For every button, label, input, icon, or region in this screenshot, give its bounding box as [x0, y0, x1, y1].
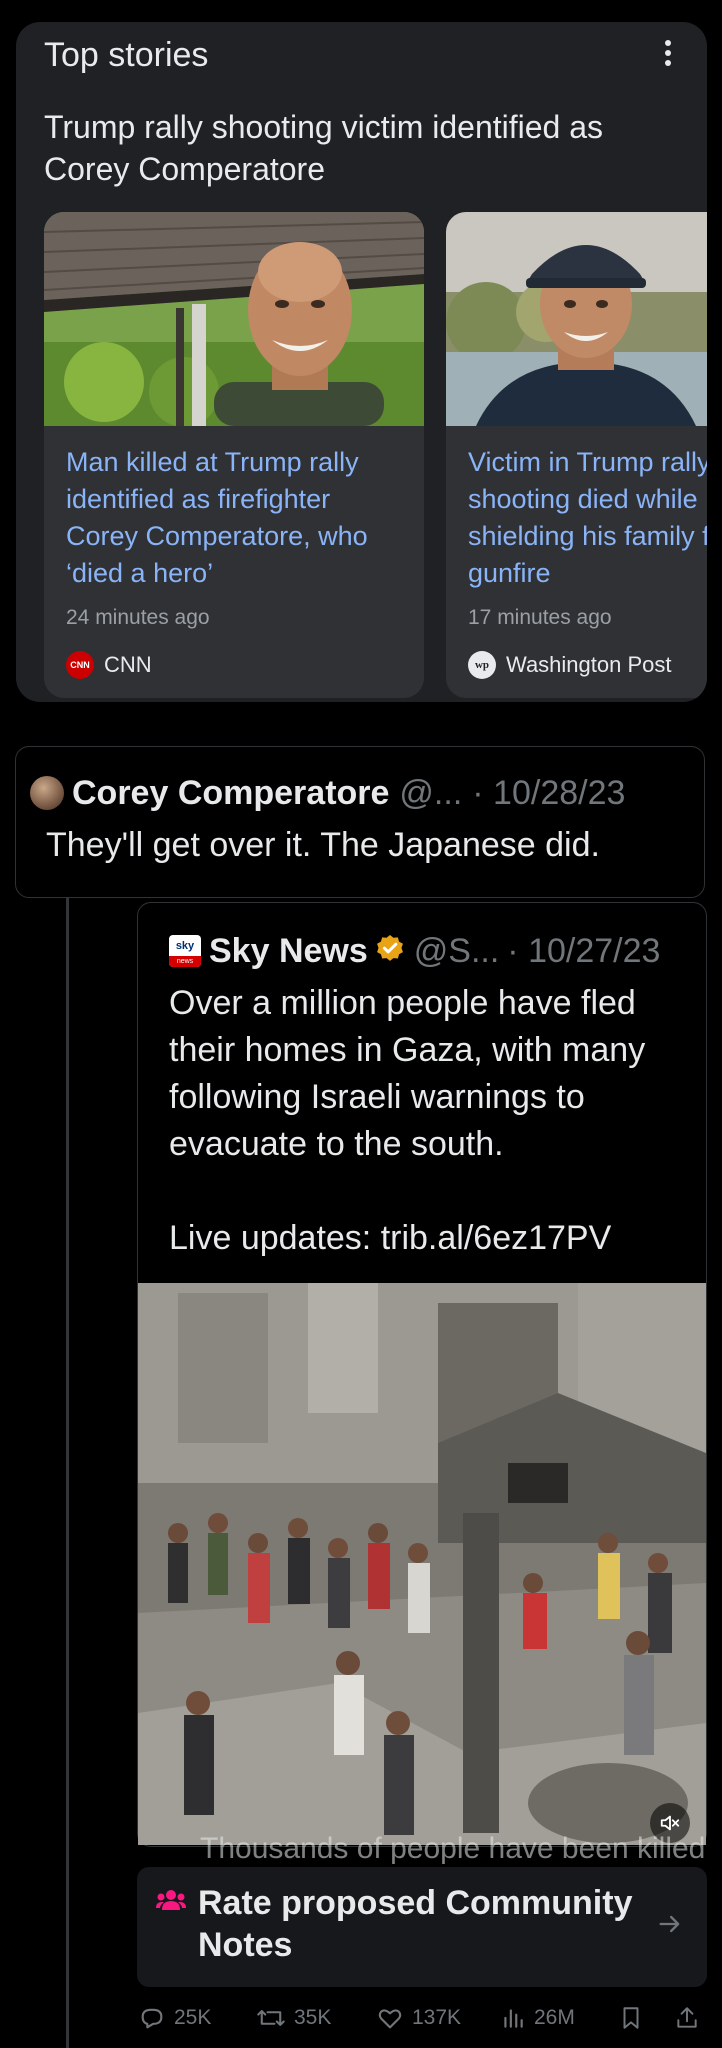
story-card-cnn[interactable]: Man killed at Trump rally identified as … [44, 212, 424, 698]
video-thumbnail[interactable] [138, 1283, 706, 1845]
community-notes-label[interactable]: Rate proposed Community Notes [198, 1882, 658, 1966]
views-button[interactable]: 26M [500, 1996, 575, 2040]
tweet-date: · 10/28/23 [472, 773, 626, 812]
tweet-author-row: Corey Comperatore @... · 10/28/23 [30, 770, 625, 816]
reply-count: 25K [174, 2006, 212, 2029]
views-icon [504, 2009, 523, 2028]
quoted-tweet-text: Over a million people have fled their ho… [169, 984, 646, 1257]
quoted-author-row: sky news Sky News @S... · 10/27/23 [169, 928, 660, 974]
bookmark-button[interactable] [618, 1996, 644, 2040]
retweet-button[interactable]: 35K [256, 1996, 331, 2040]
story-time: 24 minutes ago [66, 606, 210, 629]
story-image-washington-post [446, 212, 707, 426]
share-button[interactable] [674, 1996, 700, 2040]
story-title[interactable]: Victim in Trump rally shooting died whil… [468, 444, 707, 592]
tweet-text: They'll get over it. The Japanese did. [46, 826, 600, 864]
reply-icon [141, 2008, 163, 2029]
story-source: CNN CNN [66, 650, 152, 680]
section-title: Top stories [44, 36, 209, 74]
top-story-headline[interactable]: Trump rally shooting victim identified a… [44, 106, 684, 190]
avatar[interactable] [30, 776, 64, 810]
story-title[interactable]: Man killed at Trump rally identified as … [66, 444, 406, 592]
author-handle[interactable]: @... [399, 774, 462, 813]
cnn-logo-icon: CNN [66, 651, 94, 679]
arrow-right-icon[interactable] [656, 1910, 684, 1943]
retweet-icon [257, 2010, 285, 2026]
like-count: 137K [412, 2006, 462, 2029]
tweet-card[interactable] [15, 746, 705, 898]
verified-badge-icon [374, 933, 406, 970]
author-name[interactable]: Corey Comperatore [72, 774, 389, 813]
quoted-date: · 10/27/23 [507, 931, 661, 970]
source-name: CNN [104, 652, 152, 677]
views-count: 26M [534, 2006, 575, 2029]
story-time: 17 minutes ago [468, 606, 612, 629]
thread-line [66, 898, 69, 2048]
source-name: Washington Post [506, 652, 672, 677]
top-stories-card: Top stories Trump rally shooting victim … [16, 22, 707, 702]
like-button[interactable]: 137K [376, 1996, 461, 2040]
tweet-action-bar: 25K 35K 137K 26M [136, 1996, 706, 2040]
quoted-author-handle[interactable]: @S... [414, 932, 500, 971]
story-source: wp Washington Post [468, 650, 672, 680]
washington-post-logo-icon: wp [468, 651, 496, 679]
more-options-icon[interactable] [662, 40, 674, 70]
heart-icon [378, 2009, 402, 2029]
story-image-cnn [44, 212, 424, 426]
bookmark-icon [623, 2007, 639, 2029]
share-icon [677, 2007, 697, 2028]
reply-button[interactable]: 25K [138, 1996, 211, 2040]
quoted-author-name[interactable]: Sky News [209, 932, 368, 971]
sky-news-logo-icon[interactable]: sky news [169, 935, 201, 967]
retweet-count: 35K [294, 2006, 332, 2029]
story-card-washington-post[interactable]: Victim in Trump rally shooting died whil… [446, 212, 707, 698]
video-caption: Thousands of people have been killed [200, 1832, 706, 1865]
people-icon [156, 1888, 186, 1919]
